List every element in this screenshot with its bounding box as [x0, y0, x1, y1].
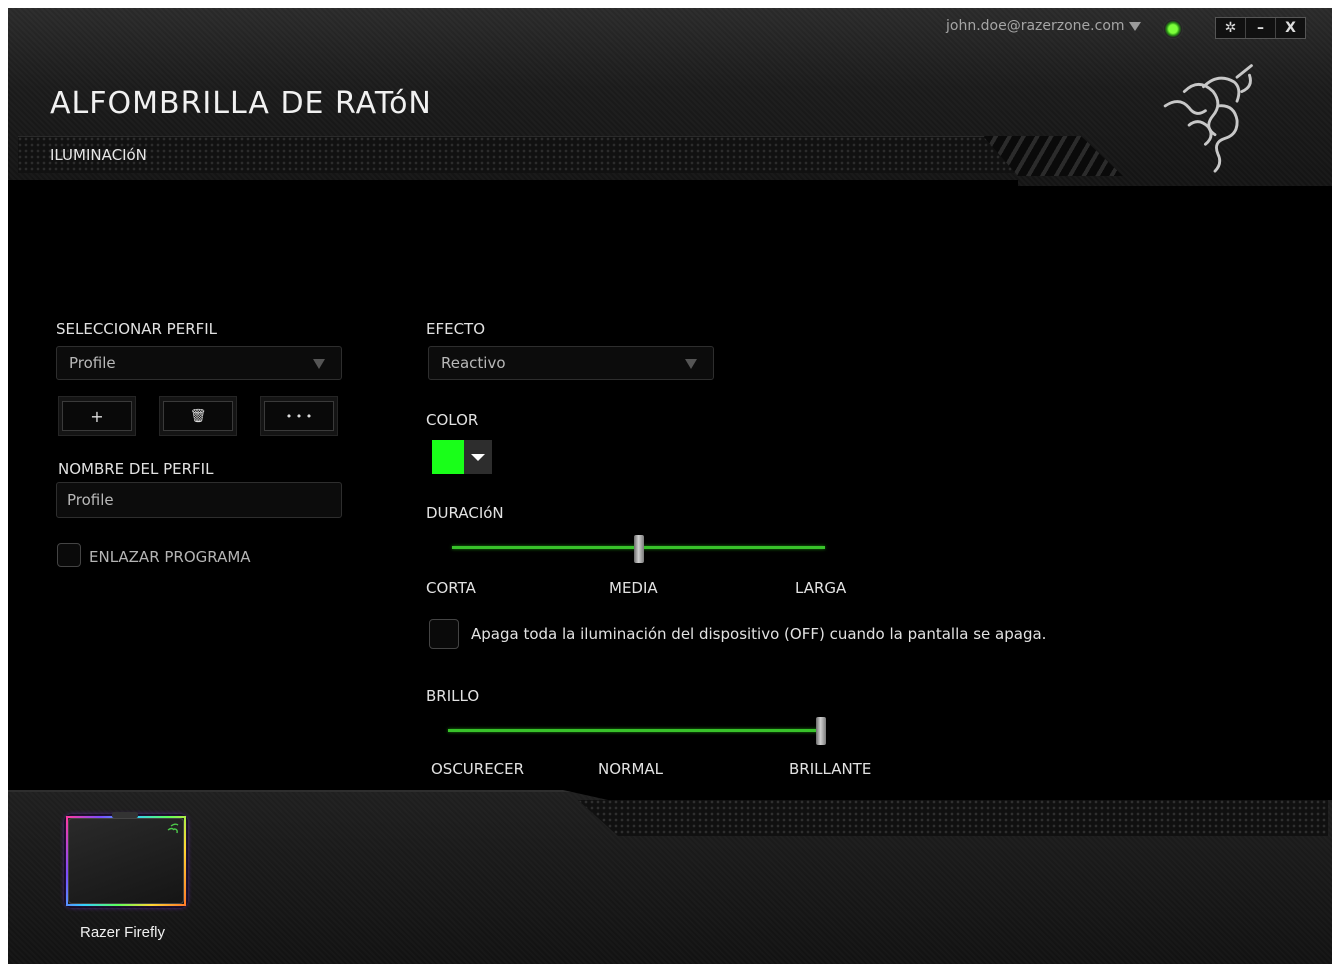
duration-slider-thumb[interactable]: [633, 535, 644, 563]
settings-button[interactable]: ✲: [1216, 18, 1246, 38]
duration-mark-short: CORTA: [426, 579, 476, 597]
more-icon: • • •: [264, 401, 334, 431]
window-controls: ✲ – X: [1215, 17, 1306, 39]
close-button[interactable]: X: [1276, 18, 1305, 38]
duration-label: DURACIóN: [426, 504, 504, 522]
online-status-icon[interactable]: [1163, 19, 1183, 39]
device-name: Razer Firefly: [80, 924, 166, 941]
brightness-slider-track[interactable]: [448, 729, 821, 732]
user-email: john.doe@razerzone.com: [946, 18, 1125, 34]
brightness-mark-normal: NORMAL: [598, 760, 664, 778]
chevron-down-icon: [471, 453, 485, 461]
chevron-down-icon: [1128, 21, 1141, 31]
dropdown-arrow-icon: [685, 359, 697, 369]
effect-select[interactable]: Reactivo: [428, 346, 714, 380]
duration-mark-medium: MEDIA: [609, 579, 658, 597]
screen-off-checkbox[interactable]: [429, 619, 459, 649]
color-picker-dropdown[interactable]: [464, 440, 492, 474]
section-tab-lighting[interactable]: ILUMINACIóN: [50, 146, 147, 164]
select-profile-label: SELECCIONAR PERFIL: [56, 320, 218, 338]
profile-name-input[interactable]: [56, 482, 342, 518]
effect-select-value: Reactivo: [441, 354, 506, 372]
razer-logo-icon: [167, 823, 179, 834]
delete-profile-button[interactable]: 🗑: [159, 396, 237, 436]
brightness-label: BRILLO: [426, 687, 480, 705]
app-window: ALFOMBRILLA DE RATóN ILUMINACIóN john.do…: [8, 8, 1332, 964]
link-program-label: ENLAZAR PROGRAMA: [89, 548, 251, 566]
device-cable-decoration: [112, 812, 138, 818]
minimize-button[interactable]: –: [1246, 18, 1276, 38]
add-profile-button[interactable]: +: [58, 396, 136, 436]
profile-select-value: Profile: [69, 354, 116, 372]
color-label: COLOR: [426, 411, 479, 429]
brightness-mark-bright: BRILLANTE: [789, 760, 872, 778]
profile-name-label: NOMBRE DEL PERFIL: [58, 460, 214, 478]
page-title: ALFOMBRILLA DE RATóN: [50, 86, 432, 121]
duration-mark-long: LARGA: [795, 579, 847, 597]
razer-logo-icon: [1163, 64, 1253, 173]
brightness-mark-dim: OSCURECER: [431, 760, 525, 778]
color-swatch[interactable]: [432, 440, 464, 474]
effect-label: EFECTO: [426, 320, 486, 338]
section-bar: [18, 136, 1018, 173]
dropdown-arrow-icon: [313, 359, 325, 369]
user-account-menu[interactable]: john.doe@razerzone.com: [946, 18, 1141, 34]
profile-select[interactable]: Profile: [56, 346, 342, 380]
trash-icon: 🗑: [163, 401, 233, 431]
plus-icon: +: [62, 401, 132, 431]
screen-off-label: Apaga toda la iluminación del dispositiv…: [471, 625, 1047, 643]
more-options-button[interactable]: • • •: [260, 396, 338, 436]
device-bar-pattern: [578, 800, 1328, 836]
link-program-checkbox[interactable]: [57, 543, 81, 567]
brightness-slider-thumb[interactable]: [816, 717, 826, 745]
